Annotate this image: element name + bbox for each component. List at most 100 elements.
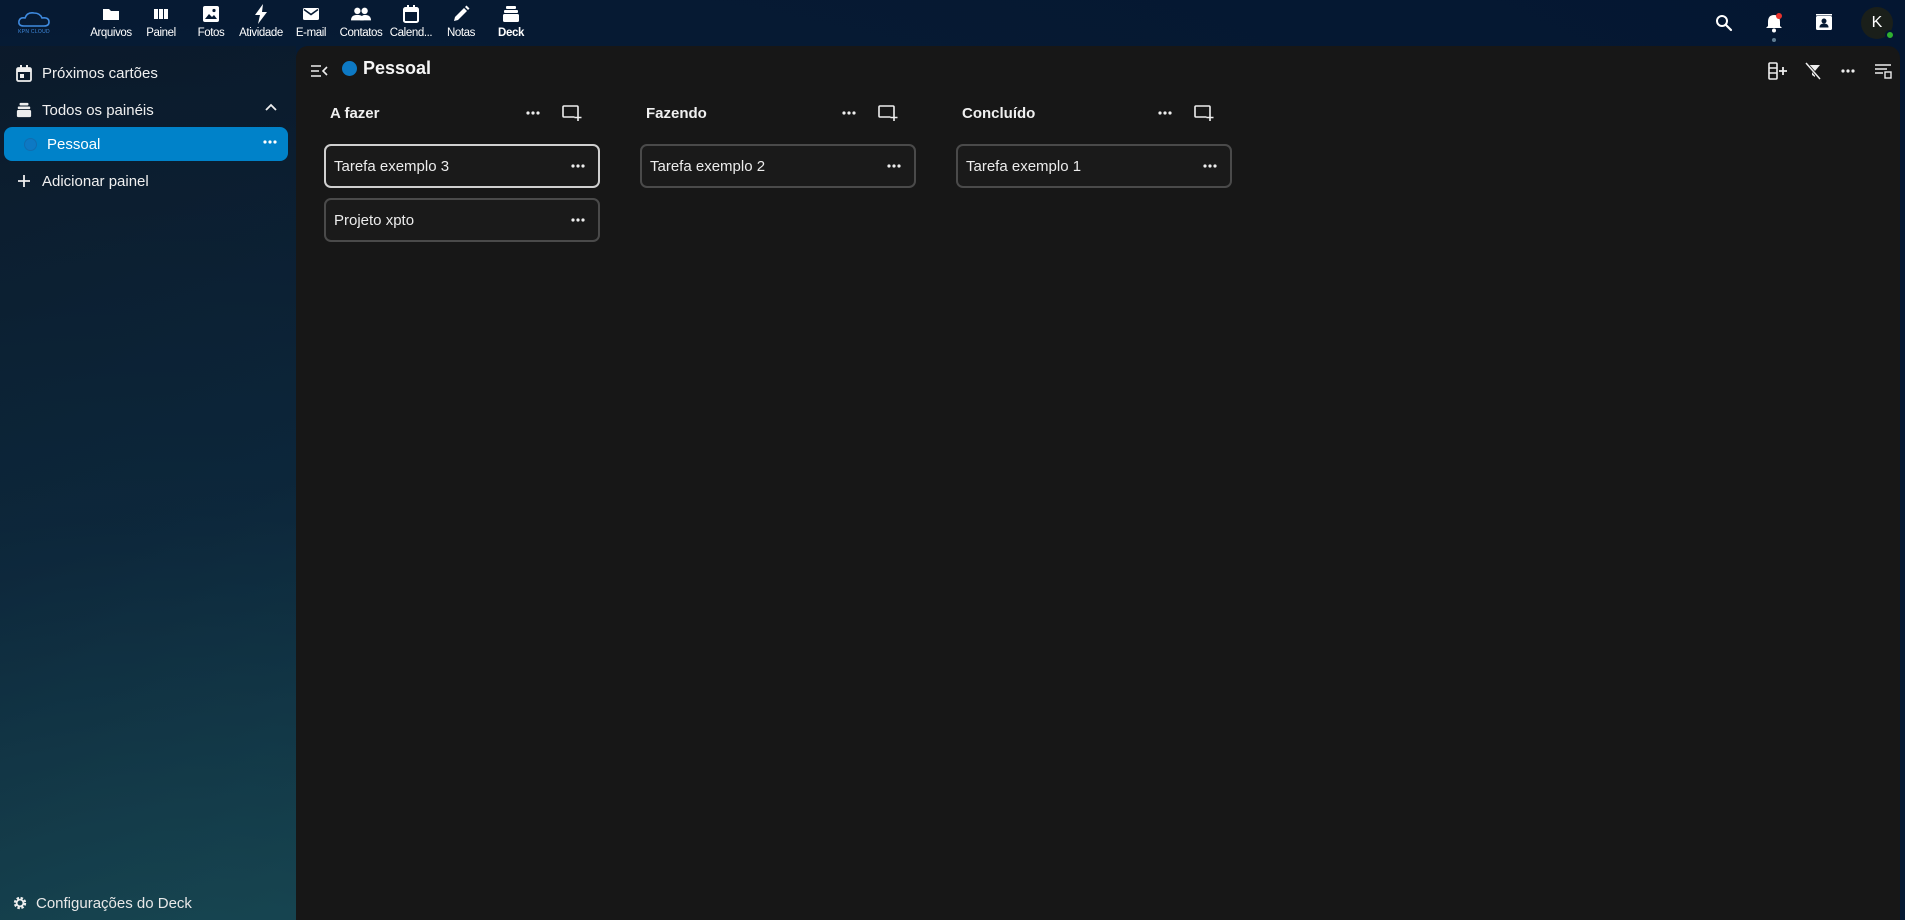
chevron-up-icon[interactable] bbox=[264, 100, 278, 114]
search-button[interactable] bbox=[1699, 0, 1749, 46]
lightning-icon bbox=[251, 4, 271, 24]
cloud-logo-icon bbox=[18, 11, 50, 27]
deck-icon bbox=[14, 100, 34, 120]
card-more-icon[interactable] bbox=[568, 210, 588, 230]
nav-all-boards[interactable]: Todos os painéis bbox=[4, 93, 288, 127]
card[interactable]: Tarefa exemplo 2 bbox=[640, 144, 916, 188]
pencil-icon bbox=[451, 4, 471, 24]
app-label: Fotos bbox=[197, 27, 225, 39]
header-right: K bbox=[1699, 0, 1905, 46]
app-label: Arquivos bbox=[90, 27, 132, 39]
card[interactable]: Tarefa exemplo 3 bbox=[324, 144, 600, 188]
app-label: Painel bbox=[146, 27, 176, 39]
app-mail[interactable]: E-mail bbox=[286, 0, 336, 46]
toggle-navigation-button[interactable] bbox=[308, 60, 330, 82]
app-notes[interactable]: Notas bbox=[436, 0, 486, 46]
notification-badge bbox=[1776, 13, 1782, 19]
more-icon bbox=[1840, 69, 1855, 73]
nav-label: Adicionar painel bbox=[42, 172, 149, 190]
contact-card-icon bbox=[1816, 14, 1832, 30]
menu-collapse-icon bbox=[311, 65, 328, 77]
board-view: Pessoal A fazer Tarefa exemplo 3 Projeto… bbox=[296, 46, 1900, 920]
board-toolbar bbox=[1760, 56, 1900, 86]
stack-more-icon[interactable] bbox=[837, 101, 861, 125]
online-status-badge bbox=[1885, 30, 1895, 40]
calendar-today-icon bbox=[14, 63, 34, 83]
board-header: Pessoal bbox=[296, 46, 1900, 96]
avatar: K bbox=[1861, 7, 1895, 40]
app-label: E-mail bbox=[295, 27, 327, 39]
add-column-icon bbox=[1767, 62, 1787, 80]
app-photos[interactable]: Fotos bbox=[186, 0, 236, 46]
board-color-dot bbox=[24, 137, 37, 151]
card-title: Tarefa exemplo 1 bbox=[966, 157, 1082, 175]
notifications-button[interactable] bbox=[1749, 0, 1799, 46]
app-label: Notas bbox=[446, 27, 476, 39]
app-label: Atividade bbox=[239, 27, 283, 39]
add-card-icon[interactable] bbox=[560, 101, 584, 125]
avatar-initial: K bbox=[1871, 14, 1883, 31]
nav-add-board[interactable]: Adicionar painel bbox=[4, 164, 288, 198]
notification-indicator bbox=[1772, 38, 1776, 42]
app-label: Contatos bbox=[339, 27, 383, 39]
stack-more-icon[interactable] bbox=[521, 101, 545, 125]
nav-label: Pessoal bbox=[47, 135, 101, 153]
stack-title: Fazendo bbox=[646, 104, 707, 122]
stack-header: Fazendo bbox=[612, 96, 902, 130]
logo-text: KPN CLOUD bbox=[18, 28, 50, 35]
stack-title: Concluído bbox=[962, 104, 1036, 122]
board-details-button[interactable] bbox=[1865, 56, 1900, 86]
filter-button[interactable] bbox=[1795, 56, 1830, 86]
board-color-dot bbox=[342, 61, 357, 76]
sidebar-board-pessoal[interactable]: Pessoal bbox=[4, 127, 288, 161]
board-more-button[interactable] bbox=[1830, 56, 1865, 86]
board-title-text: Pessoal bbox=[363, 58, 432, 78]
calendar-icon bbox=[401, 4, 421, 24]
app-dashboard[interactable]: Painel bbox=[136, 0, 186, 46]
card-more-icon[interactable] bbox=[568, 156, 588, 176]
app-label: Calend... bbox=[389, 27, 433, 39]
kpn-cloud-logo[interactable]: KPN CLOUD bbox=[12, 6, 56, 38]
card-more-icon[interactable] bbox=[1200, 156, 1220, 176]
nav-label: Todos os painéis bbox=[42, 101, 154, 119]
app-calendar[interactable]: Calend... bbox=[386, 0, 436, 46]
app-deck[interactable]: Deck bbox=[486, 0, 536, 46]
app-contacts[interactable]: Contatos bbox=[336, 0, 386, 46]
stack-more-icon[interactable] bbox=[1153, 101, 1177, 125]
stack-header: Concluído bbox=[928, 96, 1218, 130]
search-icon bbox=[1716, 15, 1733, 32]
details-icon bbox=[1874, 64, 1892, 79]
stack-column: A fazer Tarefa exemplo 3 Projeto xpto bbox=[296, 96, 600, 242]
card-title: Projeto xpto bbox=[334, 211, 415, 229]
contacts-menu-button[interactable] bbox=[1799, 0, 1849, 46]
add-list-button[interactable] bbox=[1760, 56, 1795, 86]
app-activity[interactable]: Atividade bbox=[236, 0, 286, 46]
gear-icon bbox=[10, 893, 30, 913]
deck-settings[interactable]: Configurações do Deck bbox=[0, 886, 296, 920]
deck-icon bbox=[501, 4, 521, 24]
user-menu-button[interactable]: K bbox=[1849, 0, 1905, 46]
app-label: Deck bbox=[498, 27, 524, 39]
mail-icon bbox=[301, 4, 321, 24]
card[interactable]: Tarefa exemplo 1 bbox=[956, 144, 1232, 188]
app-navigation: Próximos cartões Todos os painéis Pessoa… bbox=[0, 46, 296, 920]
folder-icon bbox=[101, 4, 121, 24]
nav-upcoming-cards[interactable]: Próximos cartões bbox=[4, 56, 288, 90]
image-icon bbox=[201, 4, 221, 24]
board-more-icon[interactable] bbox=[262, 134, 278, 150]
card[interactable]: Projeto xpto bbox=[324, 198, 600, 242]
stack-title: A fazer bbox=[330, 104, 380, 122]
nav-label: Próximos cartões bbox=[42, 64, 158, 82]
card-more-icon[interactable] bbox=[884, 156, 904, 176]
contacts-icon bbox=[351, 4, 371, 24]
app-menu: Arquivos Painel Fotos Atividade E-mail C… bbox=[86, 0, 536, 46]
top-header: KPN CLOUD Arquivos Painel Fotos Atividad… bbox=[0, 0, 1905, 46]
app-files[interactable]: Arquivos bbox=[86, 0, 136, 46]
card-title: Tarefa exemplo 3 bbox=[334, 157, 450, 175]
dashboard-icon bbox=[151, 4, 171, 24]
add-card-icon[interactable] bbox=[1192, 101, 1216, 125]
stack-column: Fazendo Tarefa exemplo 2 bbox=[612, 96, 916, 188]
card-title: Tarefa exemplo 2 bbox=[650, 157, 766, 175]
stack-header: A fazer bbox=[296, 96, 586, 130]
add-card-icon[interactable] bbox=[876, 101, 900, 125]
